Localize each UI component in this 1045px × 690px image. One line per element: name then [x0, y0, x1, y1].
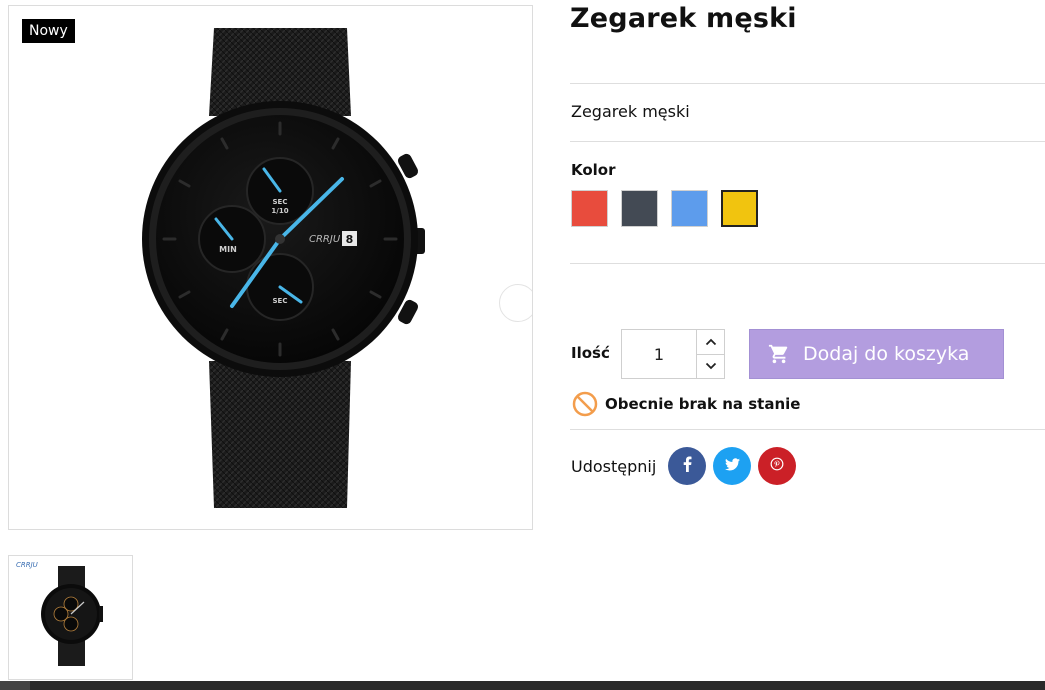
product-main-image[interactable]: Nowy SEC 1/10 MIN SEC CRRJU 8: [8, 5, 533, 530]
share-pinterest-button[interactable]: [758, 447, 796, 485]
pinterest-icon: [770, 457, 784, 475]
chevron-up-icon: [705, 338, 716, 345]
product-thumbnail[interactable]: CRRJU: [8, 555, 133, 680]
quantity-stepper: [621, 329, 725, 379]
divider: [570, 83, 1045, 84]
svg-text:SEC: SEC: [273, 297, 288, 305]
quantity-decrease-button[interactable]: [697, 353, 724, 379]
stock-status: Obecnie brak na stanie: [572, 391, 800, 417]
divider: [570, 429, 1045, 430]
color-swatch-yellow[interactable]: [721, 190, 758, 227]
share-facebook-button[interactable]: [668, 447, 706, 485]
new-badge: Nowy: [22, 19, 75, 43]
divider: [570, 263, 1045, 264]
share-twitter-button[interactable]: [713, 447, 751, 485]
share-label: Udostępnij: [571, 457, 657, 476]
facebook-icon: [680, 456, 694, 476]
image-zoom-button[interactable]: [499, 284, 532, 322]
quantity-arrows: [696, 330, 724, 378]
shopping-cart-icon: [768, 344, 788, 364]
share-buttons: [668, 447, 796, 485]
svg-text:CRRJU: CRRJU: [16, 561, 38, 569]
product-title: Zegarek męski: [570, 3, 797, 34]
svg-text:1/10: 1/10: [271, 207, 288, 215]
watch-image: SEC 1/10 MIN SEC CRRJU 8: [142, 28, 425, 508]
quantity-label: Ilość: [571, 344, 610, 362]
svg-text:SEC: SEC: [273, 198, 288, 206]
color-swatch-red[interactable]: [571, 190, 608, 227]
add-to-cart-label: Dodaj do koszyka: [803, 343, 970, 365]
chevron-down-icon: [705, 363, 716, 370]
add-to-cart-button[interactable]: Dodaj do koszyka: [749, 329, 1004, 379]
twitter-icon: [724, 457, 740, 475]
svg-text:8: 8: [346, 233, 354, 246]
quantity-input[interactable]: [622, 330, 696, 378]
color-swatches: [571, 190, 758, 227]
stock-status-text: Obecnie brak na stanie: [605, 395, 801, 413]
color-swatch-dark-gray[interactable]: [621, 190, 658, 227]
watch-thumbnail-image: CRRJU: [16, 561, 103, 666]
svg-text:MIN: MIN: [219, 245, 237, 254]
bottom-bar: [0, 681, 1045, 690]
block-icon: [572, 391, 598, 417]
divider: [570, 141, 1045, 142]
product-short-description: Zegarek męski: [571, 102, 690, 121]
color-label: Kolor: [571, 161, 616, 179]
quantity-increase-button[interactable]: [697, 330, 724, 354]
color-swatch-blue[interactable]: [671, 190, 708, 227]
svg-text:CRRJU: CRRJU: [309, 234, 341, 245]
